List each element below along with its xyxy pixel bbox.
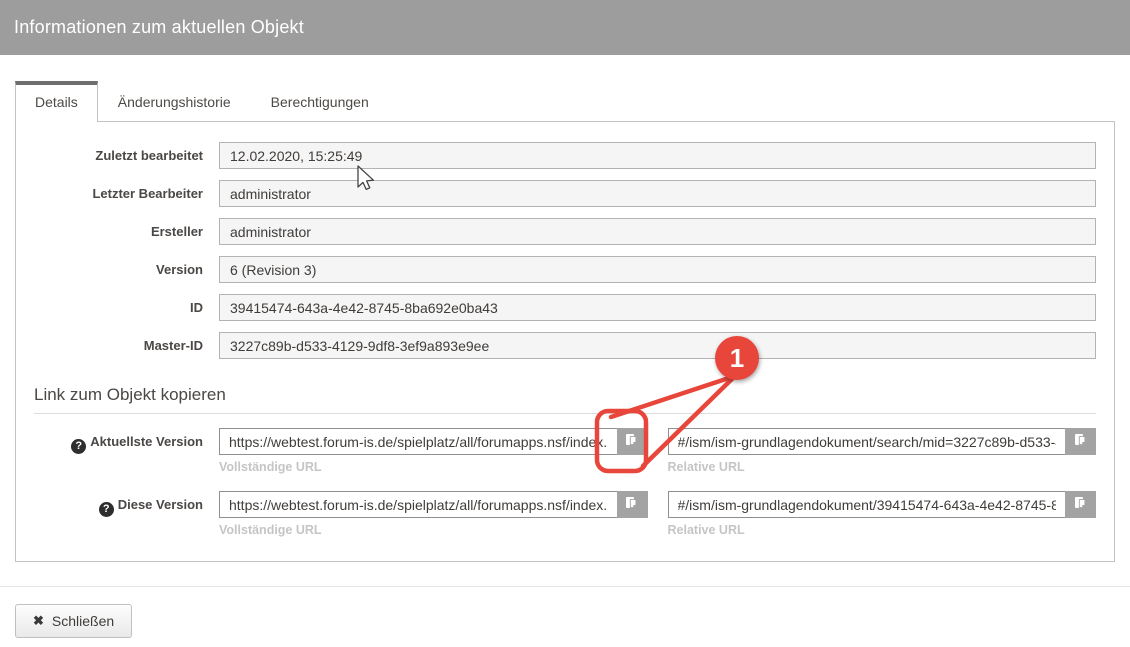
aktuellste-version-full-url-input[interactable] [219, 428, 617, 455]
letzter-bearbeiter-field[interactable] [219, 180, 1096, 207]
tab-berechtigungen[interactable]: Berechtigungen [251, 81, 389, 121]
field-row-zuletzt-bearbeitet: Zuletzt bearbeitet [34, 142, 1096, 169]
details-panel: Zuletzt bearbeitet Letzter Bearbeiter Er… [15, 121, 1115, 562]
close-button-label: Schließen [52, 613, 114, 629]
field-row-ersteller: Ersteller [34, 218, 1096, 245]
close-button[interactable]: ✖ Schließen [15, 604, 132, 638]
close-icon: ✖ [33, 613, 44, 629]
field-row-id: ID [34, 294, 1096, 321]
link-section-heading: Link zum Objekt kopieren [34, 385, 1096, 414]
field-label: Version [34, 262, 219, 277]
tab-details[interactable]: Details [15, 81, 98, 122]
field-label: Letzter Bearbeiter [34, 186, 219, 201]
dialog-titlebar: Informationen zum aktuellen Objekt [0, 0, 1130, 55]
footer-divider [0, 586, 1130, 587]
diese-version-full-url-input[interactable] [219, 491, 617, 518]
aktuellste-version-relative-url-input[interactable] [668, 428, 1066, 455]
copy-icon [1073, 495, 1089, 514]
field-label: ID [34, 300, 219, 315]
link-row-label: Aktuellste Version [90, 434, 203, 449]
link-row-aktuellste-version: ? Aktuellste Version [34, 428, 1096, 474]
copy-relative-url-button-diese[interactable] [1065, 491, 1096, 518]
copy-icon [1073, 432, 1089, 451]
relative-url-caption: Relative URL [668, 523, 1097, 537]
copy-full-url-button-aktuellste[interactable] [617, 428, 648, 455]
copy-relative-url-button-aktuellste[interactable] [1065, 428, 1096, 455]
field-label: Ersteller [34, 224, 219, 239]
field-label: Master-ID [34, 338, 219, 353]
copy-icon [624, 432, 640, 451]
relative-url-caption: Relative URL [668, 460, 1097, 474]
copy-full-url-button-diese[interactable] [617, 491, 648, 518]
master-id-field[interactable] [219, 332, 1096, 359]
version-field[interactable] [219, 256, 1096, 283]
help-icon[interactable]: ? [99, 502, 114, 517]
field-label: Zuletzt bearbeitet [34, 148, 219, 163]
link-row-diese-version: ?Diese Version Volls [34, 491, 1096, 537]
tab-aenderungshistorie[interactable]: Änderungshistorie [98, 81, 251, 121]
full-url-caption: Vollständige URL [219, 523, 648, 537]
copy-icon [624, 495, 640, 514]
tab-bar: Details Änderungshistorie Berechtigungen [15, 81, 1115, 121]
dialog-title: Informationen zum aktuellen Objekt [14, 17, 304, 38]
ersteller-field[interactable] [219, 218, 1096, 245]
link-row-label: Diese Version [118, 497, 203, 512]
full-url-caption: Vollständige URL [219, 460, 648, 474]
help-icon[interactable]: ? [71, 439, 86, 454]
zuletzt-bearbeitet-field[interactable] [219, 142, 1096, 169]
field-row-master-id: Master-ID [34, 332, 1096, 359]
field-row-version: Version [34, 256, 1096, 283]
diese-version-relative-url-input[interactable] [668, 491, 1066, 518]
field-row-letzter-bearbeiter: Letzter Bearbeiter [34, 180, 1096, 207]
id-field[interactable] [219, 294, 1096, 321]
